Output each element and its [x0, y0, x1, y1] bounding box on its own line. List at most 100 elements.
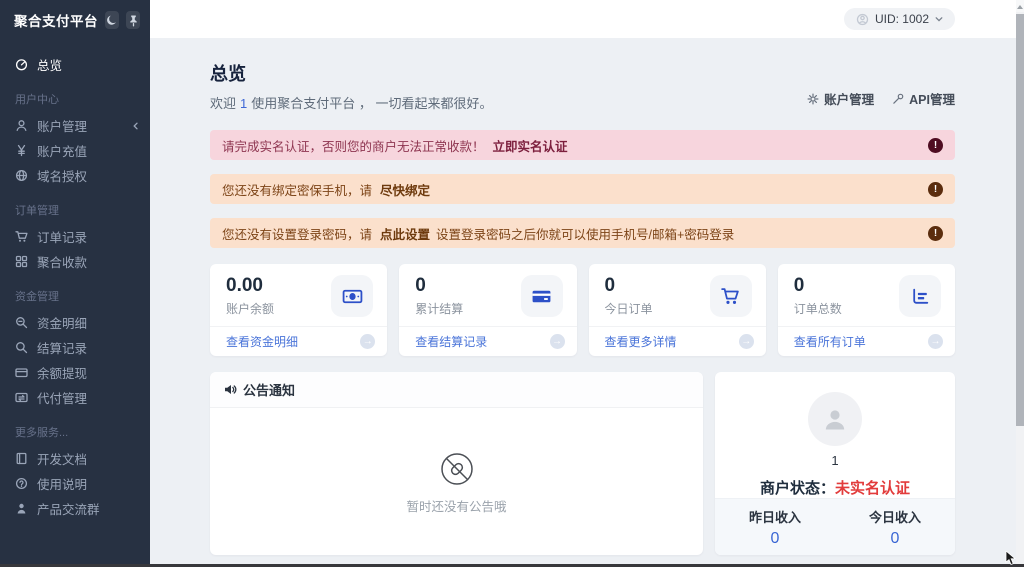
globe-icon: [15, 169, 28, 182]
transfer-icon: [15, 392, 28, 403]
person-icon: [17, 503, 26, 514]
stat-card-top: 0 今日订单: [589, 264, 766, 326]
content: 总览 欢迎1使用聚合支付平台 ， 一切看起来都很好。 账户管理 API管理: [150, 38, 1016, 567]
stat-card-footer-link[interactable]: 查看更多详情 →: [588, 326, 766, 356]
merchant-info: 1 商户状态：未实名认证: [715, 372, 955, 498]
pin-icon: [129, 15, 137, 26]
search-list-icon: [16, 317, 28, 329]
sidebar-item-aggregate-collect[interactable]: 聚合收款: [0, 249, 150, 274]
stat-value: 0: [793, 275, 805, 296]
stat-card-footer-link[interactable]: 查看资金明细 →: [210, 326, 388, 356]
yesterday-income-value: 0: [770, 529, 780, 547]
alerts: 请完成实名认证，否则您的商户无法正常收款！ 立即实名认证 ! 您还没有绑定密保手机…: [210, 130, 955, 248]
alert-suffix: 设置登录密码之后你就可以使用手机号/邮箱+密码登录: [436, 227, 735, 242]
sidebar-item-payout-manage[interactable]: 代付管理: [0, 385, 150, 410]
question-icon: [15, 477, 28, 490]
account-manage-link[interactable]: 账户管理: [807, 89, 874, 108]
sidebar-item-account-recharge[interactable]: 账户充值: [0, 138, 150, 163]
realname-now-link[interactable]: 立即实名认证: [493, 140, 568, 154]
sidebar-item-settlement-records[interactable]: 结算记录: [0, 335, 150, 360]
stat-card-footer-link[interactable]: 查看所有订单 →: [777, 326, 955, 356]
sidebar-item-domain-auth[interactable]: 域名授权: [0, 163, 150, 188]
exclamation-icon: !: [928, 181, 943, 197]
sidebar-item-product-group[interactable]: 产品交流群: [0, 496, 150, 521]
quick-links: 账户管理 API管理: [807, 60, 955, 112]
dark-mode-toggle[interactable]: [105, 11, 119, 29]
avatar: [808, 392, 862, 446]
sidebar-item-label: 账户充值: [37, 145, 88, 159]
stat-card-footer-link[interactable]: 查看结算记录 →: [399, 326, 577, 356]
sidebar-item-label: 账户管理: [37, 120, 88, 134]
stat-label: 今日订单: [604, 302, 653, 316]
book-icon: [16, 452, 27, 465]
chevron-down-icon: [935, 17, 943, 22]
sidebar-header: 聚合支付平台: [0, 0, 150, 40]
api-manage-label: API管理: [909, 93, 955, 107]
topbar: UID: 1002: [150, 0, 1016, 38]
yesterday-income: 昨日收入 0: [715, 499, 835, 555]
bind-phone-link[interactable]: 尽快绑定: [380, 184, 430, 198]
alert-bind-phone: 您还没有绑定密保手机，请 尽快绑定 !: [210, 174, 955, 204]
sidebar-section-funds: 资金管理: [15, 291, 59, 303]
stat-values: 0 今日订单: [605, 275, 653, 317]
sidebar-item-label: 结算记录: [37, 342, 88, 356]
welcome-uid: 1: [240, 96, 248, 111]
vertical-scrollbar[interactable]: [1016, 0, 1024, 567]
sidebar-item-label: 聚合收款: [37, 256, 88, 270]
moon-icon: [106, 15, 116, 25]
stat-icon-tile: [899, 275, 941, 317]
page-title-block: 总览 欢迎 1 使用聚合支付平台 ， 一切看起来都很好。: [210, 60, 492, 112]
stat-icon-tile: [331, 275, 374, 317]
stat-card-top: 0.00 账户余额: [210, 264, 387, 326]
sidebar-item-order-records[interactable]: 订单记录: [0, 224, 150, 249]
sidebar-item-label: 域名授权: [37, 170, 88, 184]
welcome-suffix: 使用聚合支付平台 ， 一切看起来都很好。: [251, 96, 493, 111]
footer-link-label: 查看更多详情: [604, 335, 677, 349]
sidebar-section-user: 用户中心: [15, 94, 59, 106]
today-income-label: 今日收入: [868, 509, 921, 525]
cart-icon: [721, 287, 739, 304]
alert-text: 请完成实名认证，否则您的商户无法正常收款！ 立即实名认证: [222, 136, 928, 155]
stat-card-top: 0 订单总数: [778, 264, 955, 326]
exclamation-icon: !: [928, 225, 943, 241]
merchant-card: 1 商户状态：未实名认证 昨日收入 0 今日收入 0: [715, 372, 955, 555]
sidebar-item-fund-details[interactable]: 资金明细: [0, 310, 150, 335]
income-summary: 昨日收入 0 今日收入 0: [715, 498, 955, 555]
sidebar-item-label: 开发文档: [37, 453, 88, 467]
stat-card-today-orders: 0 今日订单 查看更多详情 →: [588, 264, 766, 356]
sidebar-item-usage-guide[interactable]: 使用说明: [0, 471, 150, 496]
stat-card-top: 0 累计结算: [399, 264, 576, 326]
speaker-icon: [225, 385, 237, 394]
set-password-link[interactable]: 点此设置: [380, 228, 430, 242]
announcement-card: 公告通知 暂时还没有公告哦: [210, 372, 703, 555]
sidebar-item-label: 总览: [37, 59, 63, 73]
arrow-right-icon: →: [360, 334, 376, 349]
sidebar-item-balance-withdraw[interactable]: 余额提现: [0, 360, 150, 385]
sidebar-item-account-manage[interactable]: 账户管理: [0, 113, 150, 138]
sidebar-section-more: 更多服务...: [15, 427, 69, 439]
scrollbar-thumb[interactable]: [1016, 14, 1024, 426]
merchant-status-label: 商户状态：: [759, 480, 835, 497]
yesterday-income-label: 昨日收入: [748, 509, 801, 525]
search-icon: [16, 342, 28, 354]
sidebar: 聚合支付平台 总览 用户中心 账户管理 账户充值 域名授权 订单管理 订单记录 …: [0, 0, 150, 567]
pin-sidebar-button[interactable]: [126, 11, 140, 29]
sidebar-item-overview[interactable]: 总览: [0, 52, 150, 77]
stat-card-balance: 0.00 账户余额 查看资金明细 →: [210, 264, 388, 356]
merchant-uid: 1: [831, 453, 839, 468]
arrow-right-icon: →: [928, 334, 943, 349]
merchant-status: 商户状态：未实名认证: [760, 477, 910, 498]
api-manage-link[interactable]: API管理: [892, 89, 955, 108]
scroll-up-button[interactable]: [1016, 0, 1024, 12]
stat-label: 累计结算: [415, 302, 464, 316]
bankcard-icon: [15, 368, 28, 378]
uid-dropdown[interactable]: UID: 1002: [843, 8, 955, 30]
sidebar-nav: 总览 用户中心 账户管理 账户充值 域名授权 订单管理 订单记录 聚合收款 资金…: [0, 40, 150, 521]
alert-message: 您还没有设置登录密码，请: [222, 227, 373, 242]
sidebar-item-dev-docs[interactable]: 开发文档: [0, 446, 150, 471]
sidebar-item-label: 资金明细: [37, 317, 88, 331]
stat-label: 订单总数: [793, 302, 842, 316]
sidebar-item-label: 代付管理: [37, 392, 88, 406]
panels-row: 公告通知 暂时还没有公告哦 1 商户状态：未实名认证 昨日收入 0 今日收入 0: [210, 372, 955, 555]
bar-chart-icon: [912, 288, 928, 304]
